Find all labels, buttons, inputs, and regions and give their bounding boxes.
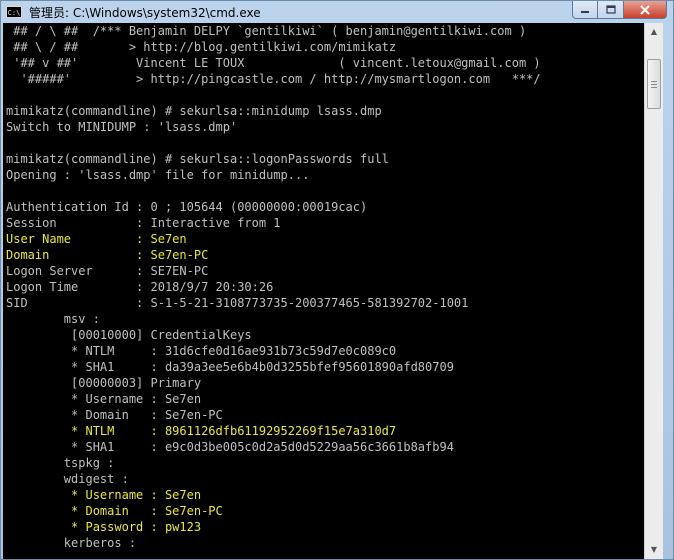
scroll-down-arrow-icon: ▼ (650, 545, 658, 554)
console-line: kerberos : (6, 536, 137, 550)
grip-line (651, 81, 657, 82)
grip-line (651, 87, 657, 88)
console-line: mimikatz(commandline) # sekurlsa::logonP… (6, 152, 389, 166)
console-lines: ## / \ ## /*** Benjamin DELPY `gentilkiw… (6, 23, 541, 551)
console-line: * Domain : Se7en-PC (6, 408, 223, 422)
console-line: * SHA1 : e9c0d3be005c0d2a5d0d5229aa56c36… (6, 440, 454, 454)
scroll-thumb[interactable] (647, 59, 661, 109)
console-line: * NTLM : 31d6cfe0d16ae931b73c59d7e0c089c… (6, 344, 397, 358)
console-line: Switch to MINIDUMP : 'lsass.dmp' (6, 120, 238, 134)
vertical-scrollbar[interactable]: ▲ ▼ (644, 23, 663, 559)
console-line: '#####' > http://pingcastle.com / http:/… (6, 72, 541, 86)
console-line: tspkg : (6, 456, 115, 470)
console-line: Authentication Id : 0 ; 105644 (00000000… (6, 200, 368, 214)
grip-line (651, 84, 657, 85)
console-line: ## / \ ## /*** Benjamin DELPY `gentilkiw… (6, 24, 527, 38)
cmd-icon: C:\ (6, 6, 22, 18)
maximize-button[interactable] (598, 1, 624, 19)
scroll-up-button[interactable]: ▲ (646, 24, 662, 40)
console-line: * NTLM : 8961126dfb61192952269f15e7a310d… (6, 424, 397, 438)
console-line: msv : (6, 312, 100, 326)
console-line: Logon Time : 2018/9/7 20:30:26 (6, 280, 274, 294)
console-line: mimikatz(commandline) # sekurlsa::minidu… (6, 104, 382, 118)
console-line: * SHA1 : da39a3ee5e6b4b0d3255bfef9560189… (6, 360, 454, 374)
console-line: * Password : pw123 (6, 520, 202, 534)
console-line: [00000003] Primary (6, 376, 202, 390)
console-line: Session : Interactive from 1 (6, 216, 281, 230)
console-line: Domain : Se7en-PC (6, 248, 209, 262)
console-line: Opening : 'lsass.dmp' file for minidump.… (6, 168, 310, 182)
console-line: Logon Server : SE7EN-PC (6, 264, 209, 278)
cmd-window: C:\ 管理员: C:\Windows\system32\cmd.exe ## … (0, 0, 674, 560)
title-bar[interactable]: C:\ 管理员: C:\Windows\system32\cmd.exe (1, 1, 673, 23)
window-controls (572, 1, 667, 19)
window-title: 管理员: C:\Windows\system32\cmd.exe (29, 5, 261, 20)
console-output[interactable]: ## / \ ## /*** Benjamin DELPY `gentilkiw… (3, 23, 644, 559)
close-icon (640, 4, 650, 15)
scroll-up-arrow-icon: ▲ (650, 27, 658, 36)
console-line: [00010000] CredentialKeys (6, 328, 252, 342)
console-line: User Name : Se7en (6, 232, 187, 246)
console-line: * Username : Se7en (6, 488, 202, 502)
console-line: SID : S-1-5-21-3108773735-200377465-5813… (6, 296, 469, 310)
console-line: ## \ / ## > http://blog.gentilkiwi.com/m… (6, 40, 397, 54)
close-button[interactable] (624, 1, 667, 19)
console-line: wdigest : (6, 472, 129, 486)
maximize-icon (605, 4, 616, 14)
console-line: * Domain : Se7en-PC (6, 504, 223, 518)
minimize-button[interactable] (572, 1, 598, 19)
console-line: '## v ##' Vincent LE TOUX ( vincent.leto… (6, 56, 541, 70)
scroll-down-button[interactable]: ▼ (646, 542, 662, 558)
minimize-icon (581, 10, 589, 13)
console-line: * Username : Se7en (6, 392, 202, 406)
